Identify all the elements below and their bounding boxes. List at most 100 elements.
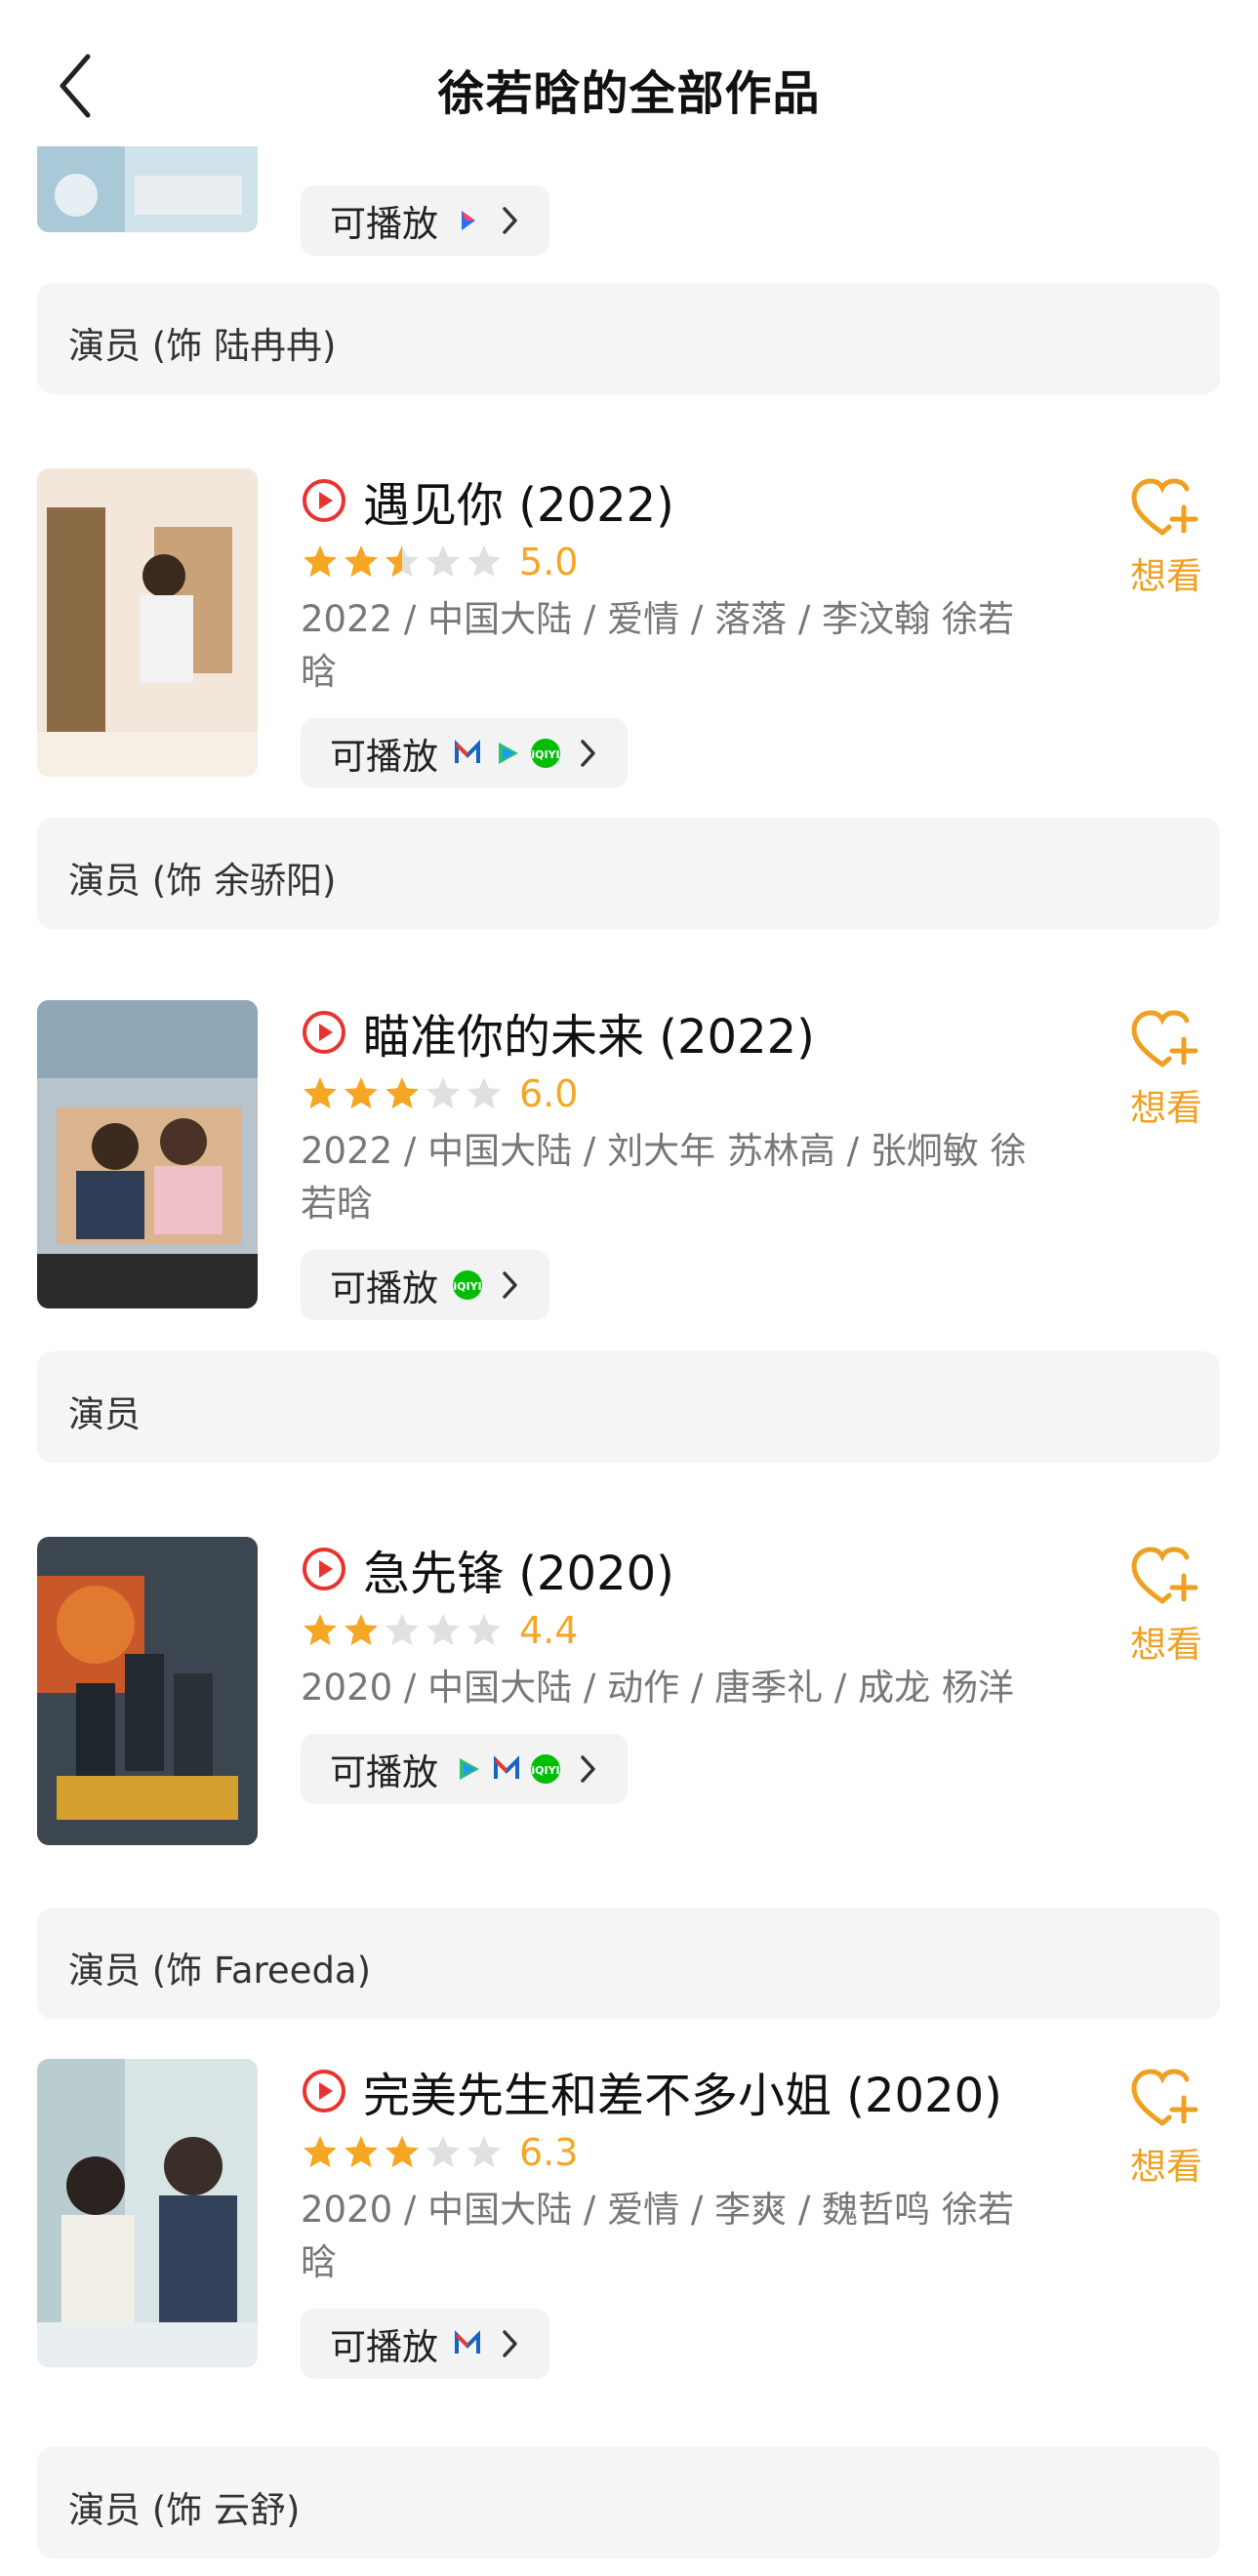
star-rating bbox=[301, 543, 506, 582]
mgtv-icon bbox=[455, 2330, 480, 2354]
star-icon bbox=[345, 2136, 378, 2168]
work-info: 遇见你 (2022) 5.0 2022 / 中国大陆 / 爱情 / 落落 / 李… bbox=[301, 468, 1042, 788]
role-text: 演员 (饰 陆冉冉) bbox=[68, 325, 337, 367]
role-text: 演员 (饰 余骄阳) bbox=[68, 860, 337, 902]
work-info: 急先锋 (2020) 4.4 2020 / 中国大陆 / 动作 / 唐季礼 / … bbox=[301, 1537, 1042, 1804]
play-chip-partial[interactable]: 可播放 bbox=[301, 185, 549, 256]
heart-plus-icon bbox=[1131, 2069, 1198, 2126]
want-label: 想看 bbox=[1130, 555, 1202, 597]
star-icon bbox=[426, 2136, 460, 2168]
iqiyi-icon: iQIYI bbox=[531, 739, 560, 768]
svg-text:iQIYI: iQIYI bbox=[453, 1280, 481, 1293]
star-rating bbox=[301, 1074, 506, 1113]
chevron-right-icon bbox=[581, 740, 595, 767]
star-rating bbox=[301, 2133, 506, 2172]
iqiyi-icon: iQIYI bbox=[453, 1270, 482, 1300]
heart-plus-icon bbox=[1131, 1547, 1198, 1604]
star-icon bbox=[386, 545, 419, 578]
work-title[interactable]: 遇见你 (2022) bbox=[363, 466, 674, 535]
youku-icon bbox=[462, 211, 475, 230]
role-box: 演员 (饰 Fareeda) bbox=[37, 1908, 1220, 2019]
want-to-watch-button[interactable]: 想看 bbox=[1113, 1545, 1220, 1668]
star-rating bbox=[301, 1611, 506, 1650]
heart-plus-icon bbox=[1131, 478, 1198, 536]
chevron-right-icon bbox=[503, 207, 517, 234]
poster-partial[interactable] bbox=[37, 146, 258, 232]
star-icon bbox=[426, 1614, 460, 1646]
rating-row: 4.4 bbox=[301, 1603, 1042, 1658]
role-box: 演员 (饰 余骄阳) bbox=[37, 818, 1220, 929]
rating-row: 5.0 bbox=[301, 535, 1042, 589]
role-text: 演员 (饰 云舒) bbox=[68, 2489, 301, 2531]
play-icon[interactable] bbox=[301, 1546, 347, 1592]
play-chip[interactable]: 可播放 bbox=[301, 2309, 549, 2379]
iqiyi-icon: iQIYI bbox=[531, 1754, 560, 1784]
work-meta: 2020 / 中国大陆 / 爱情 / 李爽 / 魏哲鸣 徐若晗 bbox=[301, 2189, 1014, 2283]
chevron-right-icon bbox=[581, 1755, 595, 1783]
work-title[interactable]: 急先锋 (2020) bbox=[363, 1535, 674, 1603]
star-icon bbox=[304, 2136, 337, 2168]
star-icon bbox=[426, 1077, 460, 1109]
want-to-watch-button[interactable]: 想看 bbox=[1113, 1008, 1220, 1131]
star-icon bbox=[426, 545, 460, 578]
play-label: 可播放 bbox=[330, 203, 438, 245]
role-box: 演员 bbox=[37, 1351, 1220, 1463]
work-meta: 2022 / 中国大陆 / 刘大年 苏林高 / 张炯敏 徐若晗 bbox=[301, 1130, 1027, 1225]
star-icon bbox=[467, 1614, 501, 1646]
poster[interactable] bbox=[37, 468, 258, 777]
work-meta: 2022 / 中国大陆 / 爱情 / 落落 / 李汶翰 徐若晗 bbox=[301, 598, 1014, 693]
want-label: 想看 bbox=[1130, 1624, 1202, 1666]
tencent-video-icon bbox=[499, 743, 518, 764]
chevron-right-icon bbox=[503, 2330, 517, 2357]
play-label: 可播放 bbox=[330, 1751, 438, 1793]
mgtv-icon bbox=[494, 1755, 519, 1779]
work-meta: 2020 / 中国大陆 / 动作 / 唐季礼 / 成龙 杨洋 bbox=[301, 1667, 1014, 1709]
svg-text:iQIYI: iQIYI bbox=[531, 1764, 559, 1777]
star-icon bbox=[304, 545, 337, 578]
work-title[interactable]: 瞄准你的未来 (2022) bbox=[363, 998, 815, 1067]
tencent-video-icon bbox=[460, 1758, 479, 1780]
star-icon bbox=[345, 545, 378, 578]
play-label: 可播放 bbox=[330, 2326, 438, 2368]
svg-text:iQIYI: iQIYI bbox=[531, 748, 559, 761]
play-chip[interactable]: 可播放 iQIYI bbox=[301, 1250, 549, 1320]
play-chip[interactable]: 可播放 iQIYI bbox=[301, 718, 628, 788]
work-title[interactable]: 完美先生和差不多小姐 (2020) bbox=[363, 2057, 1002, 2125]
page-title: 徐若晗的全部作品 bbox=[437, 66, 821, 121]
star-icon bbox=[345, 1077, 378, 1109]
play-icon[interactable] bbox=[301, 2068, 347, 2114]
star-icon bbox=[386, 1614, 419, 1646]
star-icon bbox=[386, 2136, 419, 2168]
poster[interactable] bbox=[37, 2059, 258, 2367]
want-label: 想看 bbox=[1130, 2146, 1202, 2188]
star-icon bbox=[304, 1077, 337, 1109]
role-text: 演员 (饰 Fareeda) bbox=[68, 1950, 372, 1992]
rating-row: 6.0 bbox=[301, 1067, 1042, 1121]
poster[interactable] bbox=[37, 1000, 258, 1308]
want-to-watch-button[interactable]: 想看 bbox=[1113, 476, 1220, 599]
chevron-right-icon bbox=[503, 1271, 517, 1299]
score: 6.0 bbox=[519, 1072, 579, 1115]
want-to-watch-button[interactable]: 想看 bbox=[1113, 2067, 1220, 2190]
work-info: 瞄准你的未来 (2022) 6.0 2022 / 中国大陆 / 刘大年 苏林高 … bbox=[301, 1000, 1042, 1320]
play-chip[interactable]: 可播放 iQIYI bbox=[301, 1734, 628, 1804]
star-icon bbox=[345, 1614, 378, 1646]
score: 5.0 bbox=[519, 541, 579, 584]
star-icon bbox=[467, 545, 501, 578]
rating-row: 6.3 bbox=[301, 2125, 1042, 2180]
header: 徐若晗的全部作品 bbox=[0, 0, 1258, 146]
star-icon bbox=[467, 2136, 501, 2168]
heart-plus-icon bbox=[1131, 1010, 1198, 1067]
star-icon bbox=[304, 1614, 337, 1646]
score: 6.3 bbox=[519, 2131, 579, 2174]
play-icon[interactable] bbox=[301, 477, 347, 524]
want-label: 想看 bbox=[1130, 1087, 1202, 1129]
score: 4.4 bbox=[519, 1609, 579, 1652]
play-label: 可播放 bbox=[330, 1268, 438, 1309]
star-icon bbox=[467, 1077, 501, 1109]
play-icon[interactable] bbox=[301, 1009, 347, 1056]
star-icon bbox=[386, 1077, 419, 1109]
poster[interactable] bbox=[37, 1537, 258, 1845]
role-box: 演员 (饰 云舒) bbox=[37, 2447, 1220, 2558]
play-label: 可播放 bbox=[330, 736, 438, 778]
